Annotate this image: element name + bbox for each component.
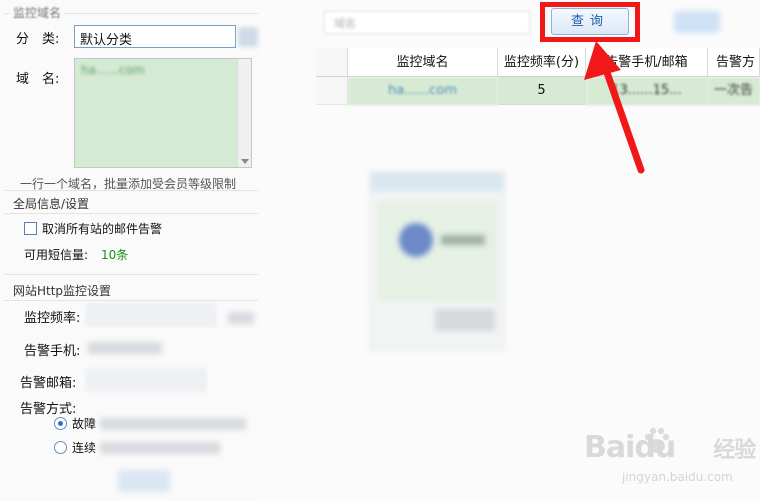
watermark-brand: Baidu <box>584 430 676 465</box>
watermark-url: jingyan.baidu.com <box>622 470 733 484</box>
baidu-watermark: Baidu 经验 <box>584 430 756 465</box>
watermark-brand-cn: 经验 <box>713 438 756 463</box>
